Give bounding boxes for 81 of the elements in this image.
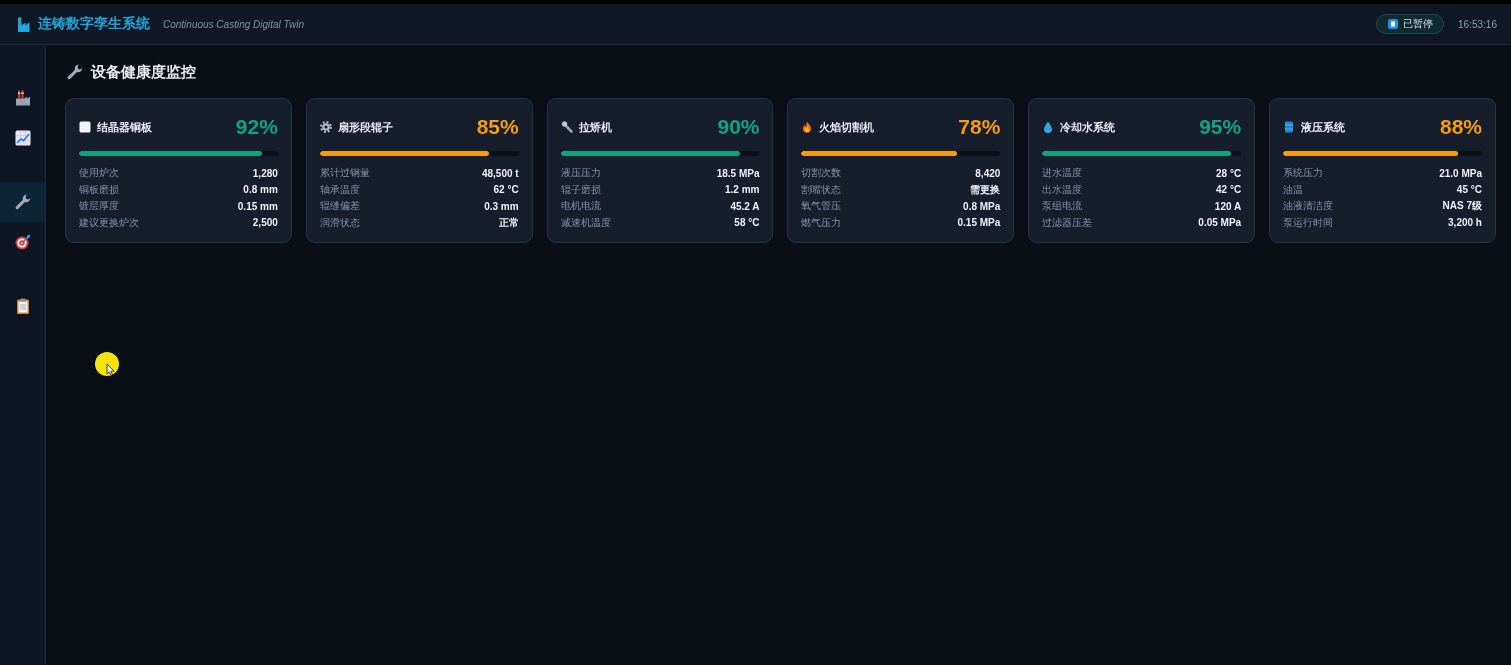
metric-value: 1,280: [252, 167, 278, 179]
equipment-name: 液压系统: [1301, 119, 1346, 135]
cursor-highlight-icon: [95, 352, 121, 378]
health-percent: 78%: [958, 115, 1001, 139]
metric-value: 18.5 MPa: [716, 167, 760, 179]
metric-value: 48,500 t: [481, 167, 519, 179]
metric-label: 系统压力: [1283, 166, 1324, 181]
droplet-icon: [1042, 121, 1055, 133]
app-subtitle: Continuous Casting Digital Twin: [163, 18, 304, 30]
metric-value: 58 °C: [734, 217, 760, 229]
app-title: 连铸数字孪生系统: [38, 15, 150, 33]
metric-label: 氧气管压: [801, 199, 842, 214]
metric-label: 油温: [1283, 182, 1304, 197]
status-label: 已暂停: [1403, 17, 1434, 31]
flame-icon: [801, 121, 814, 133]
metric-label: 铜板磨损: [79, 182, 119, 197]
metric-label: 进水温度: [1042, 166, 1083, 181]
health-percent: 85%: [476, 115, 519, 139]
page-title: 设备健康度监控: [91, 62, 196, 82]
metric-label: 出水温度: [1042, 182, 1083, 197]
metric-label: 燃气压力: [801, 215, 842, 230]
metric-label: 泵组电流: [1042, 199, 1083, 214]
metric-value: 正常: [498, 215, 519, 230]
chart-icon: [14, 130, 31, 146]
equipment-name: 结晶器铜板: [97, 119, 152, 135]
metric-value: 21.0 MPa: [1439, 167, 1482, 179]
metric-label: 辊子磨损: [560, 182, 601, 197]
gear-icon: [319, 121, 332, 133]
metric-label: 油液清洁度: [1283, 199, 1334, 214]
factory-icon: [14, 90, 31, 106]
metric-value: 2,500: [252, 217, 278, 229]
metric-value: 0.8 mm: [243, 184, 278, 196]
metric-value: 0.05 MPa: [1198, 217, 1242, 229]
equipment-name: 拉矫机: [578, 119, 612, 135]
metric-label: 辊缝偏差: [319, 199, 360, 214]
metric-label: 使用炉次: [79, 166, 119, 181]
clipboard-icon: [14, 298, 31, 314]
metric-label: 镀层厚度: [79, 199, 119, 214]
metric-value: 0.8 MPa: [963, 200, 1001, 212]
metric-value: 需更换: [970, 182, 1001, 197]
wrench-icon: [67, 64, 83, 80]
health-percent: 90%: [717, 115, 760, 139]
metric-value: 120 A: [1214, 200, 1242, 212]
metric-value: 0.15 mm: [237, 200, 278, 212]
metric-label: 电机电流: [560, 199, 601, 214]
metric-value: 42 °C: [1216, 184, 1242, 196]
metric-label: 减速机温度: [560, 215, 611, 230]
equipment-name: 扇形段辊子: [337, 119, 393, 135]
clock-time: 16:53:16: [1458, 18, 1497, 30]
metric-value: 8,420: [975, 167, 1001, 179]
metric-label: 切割次数: [801, 166, 842, 181]
metric-value: NAS 7级: [1442, 199, 1482, 214]
metric-value: 0.3 mm: [484, 200, 519, 212]
metric-label: 液压压力: [560, 166, 601, 181]
health-percent: 95%: [1199, 115, 1242, 139]
factory-icon: [17, 16, 31, 32]
metric-label: 割嘴状态: [801, 182, 842, 197]
target-icon: [14, 234, 31, 250]
metric-value: 1.2 mm: [725, 184, 760, 196]
metric-label: 过滤器压差: [1042, 215, 1093, 230]
metric-label: 建议更换炉次: [79, 215, 139, 230]
health-percent: 92%: [235, 115, 278, 139]
metric-label: 累计过钢量: [319, 166, 370, 181]
metric-label: 润滑状态: [319, 215, 360, 230]
nav-button[interactable]: [0, 182, 45, 222]
equipment-name: 冷却水系统: [1060, 119, 1116, 135]
health-percent: 88%: [1439, 115, 1482, 139]
stop-icon: [1388, 19, 1399, 29]
wrench-icon: [14, 194, 31, 210]
metric-label: 轴承温度: [319, 182, 360, 197]
metric-value: 62 °C: [493, 184, 519, 196]
square-icon: [79, 121, 91, 133]
metric-value: 3,200 h: [1448, 217, 1482, 229]
nut-and-bolt-icon: [560, 121, 573, 133]
metric-value: 0.15 MPa: [957, 217, 1001, 229]
metric-value: 45.2 A: [730, 200, 760, 212]
equipment-name: 火焰切割机: [819, 119, 875, 135]
metric-label: 泵运行时间: [1283, 215, 1334, 230]
metric-value: 45 °C: [1456, 184, 1482, 196]
metric-value: 28 °C: [1216, 167, 1242, 179]
barrel-icon: [1283, 121, 1296, 133]
